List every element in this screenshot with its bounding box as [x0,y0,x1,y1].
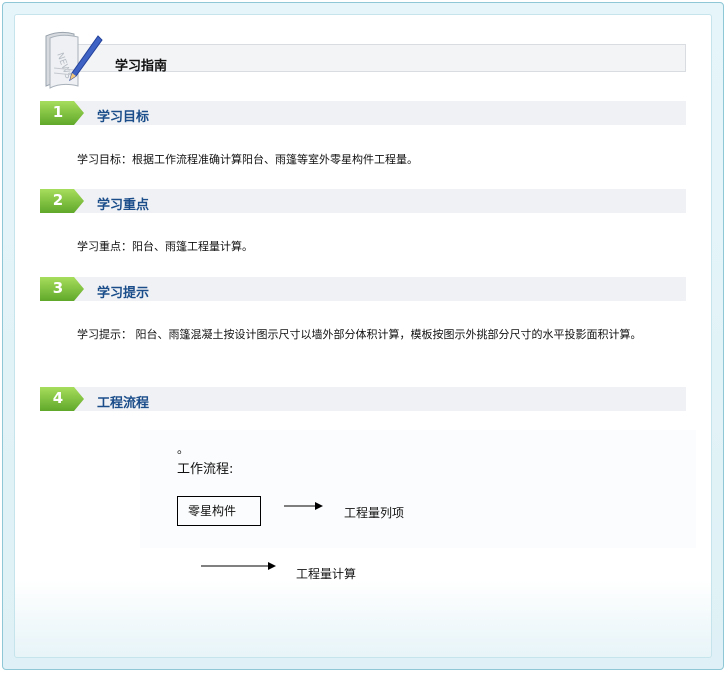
flow-title: 工作流程: [177,462,234,477]
section-title-tips: 学习提示 [97,286,150,301]
section-title-process: 工程流程 [97,396,150,411]
arrow-right-icon [284,502,323,510]
news-paper-pencil-icon: NEWS [45,31,103,89]
flow-area [140,430,696,548]
flow-dot: 。 [177,442,190,456]
step-number: 3 [52,279,64,297]
section-bar-focus: 2 学习重点 [40,189,686,213]
section-bar-tips: 3 学习提示 [40,277,686,301]
step-number: 4 [52,389,64,407]
section-bar-process: 4 工程流程 [40,387,686,411]
section-text-goal: 学习目标：根据工作流程准确计算阳台、雨篷等室外零星构件工程量。 [77,153,418,166]
flow-label-item-list: 工程量列项 [344,506,405,520]
arrow-right-icon [201,562,276,570]
flow-label-item-calc: 工程量计算 [296,567,357,581]
page-title: 学习指南 [115,59,168,74]
section-title-goal: 学习目标 [97,110,150,125]
section-title-focus: 学习重点 [97,198,150,213]
flow-box-component: 零星构件 [177,496,261,526]
section-text-tips: 学习提示： 阳台、雨篷混凝土按设计图示尺寸以墙外部分体积计算，模板按图示外挑部分… [77,328,642,341]
step-number: 1 [52,103,64,121]
section-text-focus: 学习重点：阳台、雨篷工程量计算。 [77,240,253,253]
section-bar-goal: 1 学习目标 [40,101,686,125]
step-number: 2 [52,191,64,209]
